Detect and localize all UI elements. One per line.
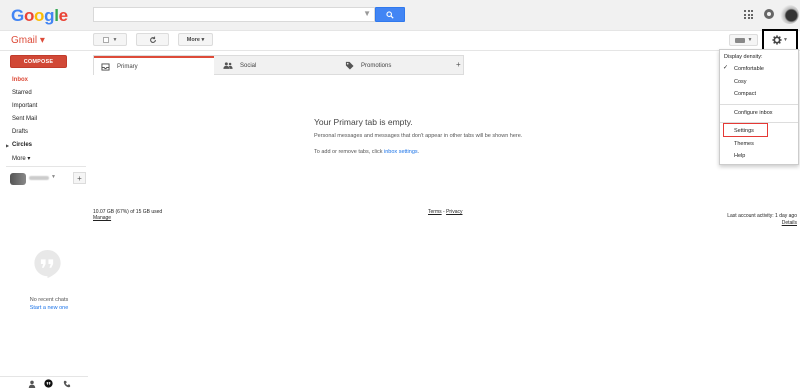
search-icon (386, 10, 394, 19)
details-link[interactable]: Details (782, 220, 797, 226)
more-button[interactable]: More ▾ (178, 33, 213, 46)
tab-label: Social (240, 62, 257, 69)
input-tools-button[interactable]: ▼ (729, 34, 758, 46)
sidebar-item-circles[interactable]: Circles (12, 142, 32, 148)
hint-suffix: . (417, 149, 420, 155)
add-tab-button[interactable]: + (456, 60, 461, 69)
settings-menu: Display density: Comfortable Cosy Compac… (719, 49, 799, 165)
privacy-link[interactable]: Privacy (446, 209, 462, 215)
terms-link[interactable]: Terms (428, 209, 442, 215)
logo-letter: o (34, 6, 45, 25)
sidebar-item-sent-mail[interactable]: Sent Mail (12, 116, 37, 122)
chat-bubble-icon (34, 249, 61, 279)
inbox-settings-link[interactable]: inbox settings (384, 149, 418, 155)
expand-arrow-icon[interactable]: ▶ (6, 143, 9, 148)
menu-item-help[interactable]: Help (734, 153, 745, 159)
chevron-down-icon: ▼ (112, 36, 118, 43)
terms-privacy: Terms - Privacy (428, 209, 462, 215)
logo-letter: G (11, 6, 24, 25)
divider (0, 50, 800, 51)
sidebar-item-starred[interactable]: Starred (12, 90, 32, 96)
settings-highlight (723, 123, 768, 137)
hint-text: To add or remove tabs, click (314, 149, 385, 155)
google-logo[interactable]: Google (11, 6, 68, 26)
menu-item-configure-inbox[interactable]: Configure inbox (734, 110, 773, 116)
refresh-button[interactable] (136, 33, 169, 46)
no-chats-text: No recent chats (29, 297, 69, 303)
compose-button[interactable]: COMPOSE (10, 55, 67, 68)
gear-icon (772, 35, 782, 45)
tag-icon (344, 61, 354, 70)
add-contact-button[interactable]: + (73, 172, 86, 184)
tab-social[interactable]: Social (217, 56, 335, 75)
logo-letter: o (23, 6, 35, 25)
settings-gear-button[interactable]: ▼ (762, 29, 798, 51)
hangouts-avatar[interactable] (10, 173, 26, 185)
menu-item-compact[interactable]: Compact (734, 91, 756, 97)
chevron-down-icon: ▼ (747, 37, 753, 43)
refresh-icon (149, 36, 156, 43)
hangouts-icon[interactable] (44, 379, 53, 388)
checkbox-icon (102, 36, 109, 43)
apps-grid-icon[interactable] (744, 10, 753, 19)
inbox-icon (100, 62, 110, 71)
notifications-icon[interactable] (764, 9, 774, 19)
sidebar-item-more[interactable]: More ▾ (12, 155, 30, 162)
search-button[interactable] (375, 7, 405, 22)
sidebar-item-inbox[interactable]: Inbox (12, 77, 28, 83)
divider (6, 166, 86, 167)
manage-storage-link[interactable]: Manage (93, 215, 111, 221)
divider (720, 104, 798, 105)
chevron-down-icon[interactable]: ▼ (51, 174, 56, 180)
logo-letter: g (44, 6, 55, 25)
gmail-window: Google ▼ Gmail ▾ ▼ More ▾ ▼ ▼ COMPOSE In… (0, 0, 800, 390)
empty-state-title: Your Primary tab is empty. (314, 117, 413, 127)
tab-label: Promotions (361, 62, 392, 69)
menu-item-cosy[interactable]: Cosy (734, 79, 747, 85)
tab-promotions[interactable]: Promotions (338, 56, 456, 75)
sidebar-item-drafts[interactable]: Drafts (12, 129, 28, 135)
people-icon (223, 62, 233, 70)
empty-state-hint: To add or remove tabs, click inbox setti… (314, 149, 419, 155)
sidebar-item-important[interactable]: Important (12, 103, 37, 109)
category-tabs: Primary Social Promotions + (93, 55, 464, 75)
checkmark-icon: ✓ (723, 65, 729, 71)
last-activity: Last account activity: 1 day ago (727, 213, 797, 219)
menu-item-themes[interactable]: Themes (734, 141, 754, 147)
search-input[interactable]: ▼ (93, 7, 375, 22)
start-new-chat-link[interactable]: Start a new one (0, 305, 98, 311)
phone-icon[interactable] (62, 379, 71, 388)
tab-label: Primary (117, 63, 138, 70)
gmail-switcher[interactable]: Gmail ▾ (11, 35, 45, 46)
top-header: Google ▼ (0, 0, 800, 31)
hangouts-user-name[interactable] (29, 176, 49, 180)
select-button[interactable]: ▼ (93, 33, 127, 46)
person-icon[interactable] (27, 379, 36, 388)
empty-state-subtitle: Personal messages and messages that don'… (314, 133, 523, 139)
account-avatar[interactable] (780, 5, 799, 24)
keyboard-icon (734, 37, 745, 43)
search-options-caret-icon[interactable]: ▼ (363, 9, 371, 18)
menu-item-comfortable[interactable]: Comfortable (734, 66, 764, 72)
chevron-down-icon: ▼ (783, 37, 788, 43)
tab-primary[interactable]: Primary (94, 56, 214, 75)
logo-letter: e (58, 6, 68, 25)
display-density-heading: Display density: (724, 54, 763, 60)
